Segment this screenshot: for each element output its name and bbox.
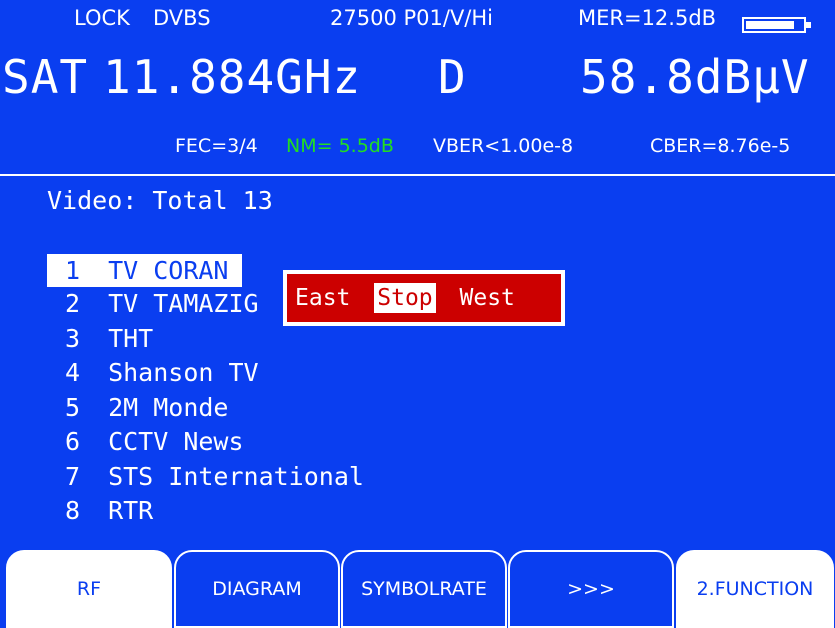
lock-status: LOCK bbox=[74, 6, 130, 30]
rotor-controls: East Stop West bbox=[287, 274, 561, 322]
channel-item[interactable]: 8 RTR bbox=[47, 494, 647, 529]
frequency-value: 11.884GHz bbox=[103, 50, 362, 104]
softkey-symbolrate[interactable]: SYMBOLRATE bbox=[341, 550, 507, 628]
channel-number: 3 bbox=[65, 323, 81, 353]
transponder-info: 27500 P01/V/Hi bbox=[330, 6, 494, 30]
mer-readout: MER=12.5dB bbox=[578, 6, 717, 30]
fec-readout: FEC=3/4 bbox=[175, 135, 258, 157]
status-header: LOCK DVBS 27500 P01/V/Hi MER=12.5dB SAT … bbox=[0, 0, 835, 198]
channel-name: Shanson TV bbox=[108, 358, 259, 387]
softkey-rf[interactable]: RF bbox=[6, 550, 172, 628]
channel-name: 2M Monde bbox=[108, 392, 229, 422]
band-label: SAT bbox=[2, 50, 89, 104]
channel-number: 6 bbox=[65, 427, 81, 456]
battery-icon bbox=[742, 17, 811, 33]
channel-number: 2 bbox=[65, 289, 81, 318]
channel-name: TV TAMAZIG bbox=[108, 289, 259, 318]
standard-label: DVBS bbox=[153, 6, 211, 30]
channel-item[interactable]: 3 THT bbox=[47, 322, 647, 357]
channel-name: CCTV News bbox=[108, 427, 244, 456]
cber-readout: CBER=8.76e-5 bbox=[650, 135, 791, 157]
channel-item[interactable]: 6 CCTV News bbox=[47, 425, 647, 460]
channel-item[interactable]: 4 Shanson TV bbox=[47, 356, 647, 391]
vber-readout: VBER<1.00e-8 bbox=[433, 135, 574, 157]
east-option[interactable]: East bbox=[295, 285, 350, 311]
metrics-row: FEC=3/4 NM= 5.5dB VBER<1.00e-8 CBER=8.76… bbox=[0, 135, 835, 163]
battery-tip bbox=[806, 22, 811, 28]
battery-level-fill bbox=[746, 21, 794, 29]
softkey-bar: RF DIAGRAM SYMBOLRATE >>> 2.FUNCTION bbox=[0, 548, 835, 628]
channel-item[interactable]: 1 TV CORAN bbox=[47, 254, 243, 287]
stop-option[interactable]: Stop bbox=[374, 283, 436, 313]
softkey-next-page[interactable]: >>> bbox=[508, 550, 674, 628]
softkey-diagram[interactable]: DIAGRAM bbox=[174, 550, 340, 628]
west-option[interactable]: West bbox=[460, 285, 515, 311]
video-panel: Video: Total 13 1 TV CORAN 2 TV TAMAZIG … bbox=[0, 176, 835, 548]
nm-readout: NM= 5.5dB bbox=[286, 135, 394, 157]
channel-number: 8 bbox=[65, 496, 81, 525]
channel-number: 5 bbox=[65, 392, 81, 422]
frequency-suffix: D bbox=[438, 50, 467, 104]
softkey-2-function[interactable]: 2.FUNCTION bbox=[676, 550, 834, 628]
status-row: LOCK DVBS 27500 P01/V/Hi MER=12.5dB bbox=[0, 6, 835, 36]
channel-name: RTR bbox=[108, 496, 154, 525]
channel-item[interactable]: 5 2M Monde bbox=[47, 391, 647, 426]
dish-rotor-popup: East Stop West bbox=[283, 270, 565, 326]
channel-item[interactable]: 7 STS International bbox=[47, 460, 647, 495]
channel-name: THT bbox=[108, 323, 154, 353]
frequency-row: SAT 11.884GHz D 58.8dBµV bbox=[0, 50, 835, 110]
channel-number: 4 bbox=[65, 358, 81, 387]
channel-number: 7 bbox=[65, 461, 81, 491]
channel-name: STS International bbox=[108, 461, 364, 491]
video-total-title: Video: Total 13 bbox=[47, 186, 273, 215]
signal-level: 58.8dBµV bbox=[580, 50, 810, 104]
channel-number: 1 bbox=[65, 256, 81, 285]
meter-screen: LOCK DVBS 27500 P01/V/Hi MER=12.5dB SAT … bbox=[0, 0, 835, 628]
channel-name: TV CORAN bbox=[108, 256, 229, 285]
